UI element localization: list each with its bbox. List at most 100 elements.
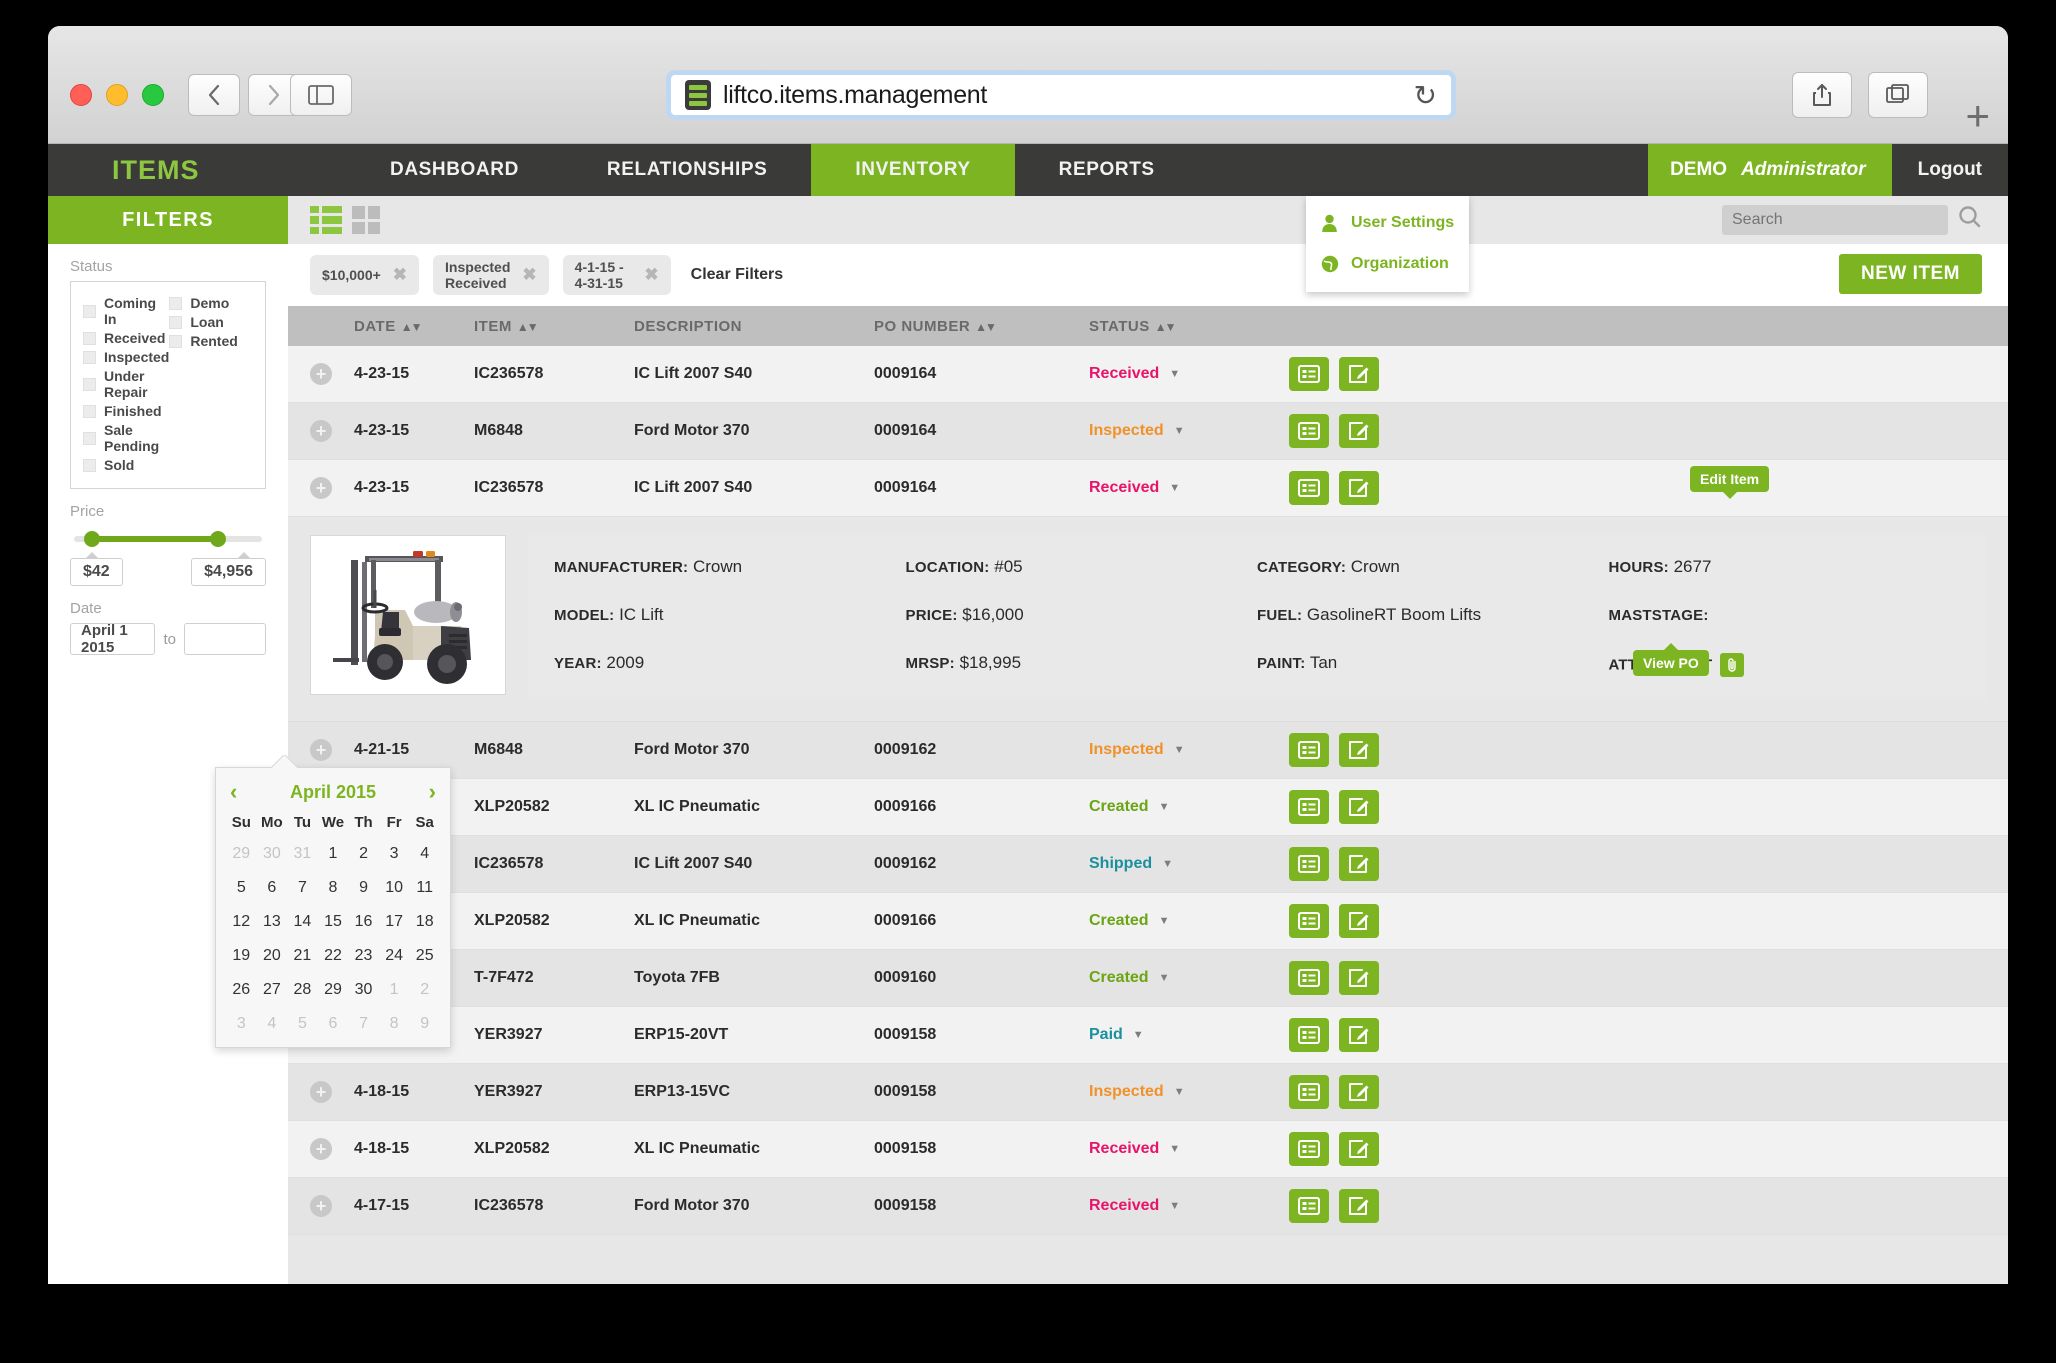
edit-item-button[interactable] (1339, 847, 1379, 881)
calendar-day[interactable]: 1 (318, 837, 349, 871)
nav-item-relationships[interactable]: RELATIONSHIPS (563, 144, 812, 196)
expand-row-icon[interactable]: + (310, 1081, 332, 1103)
edit-item-button[interactable] (1339, 414, 1379, 448)
checkbox-icon[interactable] (169, 315, 183, 329)
table-row[interactable]: +4-17-15 IC236578 Ford Motor 370 0009158 Rec… (288, 1178, 2008, 1235)
table-row[interactable]: +4-21-15XLP20582XL IC Pneumatic0009166Cr… (288, 779, 2008, 836)
search-input[interactable] (1722, 205, 1948, 235)
calendar-day[interactable]: 6 (318, 1007, 349, 1041)
minimize-window-button[interactable] (106, 84, 128, 106)
edit-item-button[interactable] (1339, 1075, 1379, 1109)
chevron-down-icon[interactable]: ▼ (1133, 1029, 1144, 1041)
calendar-day[interactable]: 8 (318, 871, 349, 905)
status-checkbox-under-repair[interactable]: Under Repair (83, 368, 169, 400)
remove-filter-icon[interactable]: ✖ (522, 265, 536, 285)
cell-status[interactable]: Received ▼ (1089, 1197, 1289, 1215)
nav-item-dashboard[interactable]: DASHBOARD (346, 144, 563, 196)
table-row[interactable]: +4-18-15 XLP20582 XL IC Pneumatic 0009158 Re… (288, 1121, 2008, 1178)
view-po-button[interactable] (1289, 1018, 1329, 1052)
search-icon[interactable] (1958, 205, 1982, 236)
calendar-day[interactable]: 2 (348, 837, 379, 871)
cell-status[interactable]: Inspected ▼ (1089, 422, 1289, 440)
table-row[interactable]: +4-19-15T-7F472Toyota 7FB0009160Created▼ (288, 950, 2008, 1007)
chevron-down-icon[interactable]: ▼ (1159, 915, 1170, 927)
calendar-day[interactable]: 13 (257, 905, 288, 939)
calendar-day[interactable]: 10 (379, 871, 410, 905)
checkbox-icon[interactable] (169, 296, 183, 310)
calendar-day[interactable]: 22 (318, 939, 349, 973)
edit-item-button[interactable] (1339, 904, 1379, 938)
checkbox-icon[interactable] (169, 334, 183, 348)
chevron-down-icon[interactable]: ▼ (1174, 1086, 1185, 1098)
cell-status[interactable]: Created ▼ (1089, 798, 1289, 816)
chevron-down-icon[interactable]: ▼ (1162, 858, 1173, 870)
cell-status[interactable]: Received ▼ (1089, 1140, 1289, 1158)
edit-item-button[interactable] (1339, 790, 1379, 824)
calendar-day[interactable]: 29 (318, 973, 349, 1007)
table-row[interactable]: +4-23-15 M6848 Ford Motor 370 0009164 Inspec… (288, 403, 2008, 460)
chevron-down-icon[interactable]: ▼ (1169, 1143, 1180, 1155)
calendar-day[interactable]: 26 (226, 973, 257, 1007)
table-row[interactable]: +4-23-15 IC236578 IC Lift 2007 S40 0009164 R… (288, 346, 2008, 403)
show-tabs-button[interactable] (1868, 72, 1928, 118)
logout-button[interactable]: Logout (1892, 144, 2008, 196)
sort-icon[interactable]: ▲▼ (1155, 320, 1177, 334)
view-po-button[interactable] (1289, 961, 1329, 995)
calendar-day[interactable]: 7 (348, 1007, 379, 1041)
table-row[interactable]: +4-20-15XLP20582XL IC Pneumatic0009166Cr… (288, 893, 2008, 950)
filter-chip-price[interactable]: $10,000+ ✖ (310, 255, 420, 295)
view-po-button[interactable] (1289, 471, 1329, 505)
new-tab-button[interactable]: + (1965, 92, 1990, 140)
view-po-button[interactable] (1289, 790, 1329, 824)
calendar-day[interactable]: 20 (257, 939, 288, 973)
close-window-button[interactable] (70, 84, 92, 106)
remove-filter-icon[interactable]: ✖ (644, 265, 658, 285)
app-logo[interactable]: ITEMS (48, 144, 346, 196)
checkbox-icon[interactable] (83, 431, 96, 445)
address-bar[interactable]: liftco.items.management ↻ (666, 70, 1456, 120)
edit-item-button[interactable] (1339, 1132, 1379, 1166)
nav-item-inventory[interactable]: INVENTORY (811, 144, 1015, 196)
sort-icon[interactable]: ▲▼ (517, 320, 539, 334)
calendar-day[interactable]: 4 (257, 1007, 288, 1041)
calendar-day[interactable]: 4 (409, 837, 440, 871)
calendar-next-month-button[interactable]: › (429, 779, 436, 805)
date-from-input[interactable]: April 1 2015 (70, 622, 156, 656)
header-item[interactable]: ITEM ▲▼ (474, 318, 634, 335)
price-range-slider[interactable] (74, 530, 262, 547)
calendar-day[interactable]: 1 (379, 973, 410, 1007)
status-checkbox-demo[interactable]: Demo (169, 295, 253, 311)
new-item-button[interactable]: NEW ITEM (1839, 254, 1982, 294)
calendar-day[interactable]: 3 (226, 1007, 257, 1041)
maximize-window-button[interactable] (142, 84, 164, 106)
checkbox-icon[interactable] (83, 458, 96, 472)
price-max-value[interactable]: $4,956 (191, 552, 266, 586)
sort-icon[interactable]: ▲▼ (401, 320, 423, 334)
attachment-paperclip-icon[interactable] (1720, 653, 1745, 677)
list-view-icon[interactable] (310, 206, 342, 234)
checkbox-icon[interactable] (83, 404, 96, 418)
cell-status[interactable]: Shipped ▼ (1089, 855, 1289, 873)
sidebar-toggle-button[interactable] (290, 74, 352, 116)
calendar-day[interactable]: 25 (409, 939, 440, 973)
edit-item-button[interactable] (1339, 733, 1379, 767)
share-button[interactable] (1792, 72, 1852, 118)
cell-status[interactable]: Inspected ▼ (1089, 1083, 1289, 1101)
expand-row-icon[interactable]: + (310, 477, 332, 499)
calendar-day[interactable]: 12 (226, 905, 257, 939)
edit-item-button[interactable] (1339, 471, 1379, 505)
grid-view-icon[interactable] (352, 206, 380, 234)
calendar-day[interactable]: 5 (287, 1007, 318, 1041)
calendar-day[interactable]: 17 (379, 905, 410, 939)
chevron-down-icon[interactable]: ▼ (1174, 744, 1185, 756)
calendar-prev-month-button[interactable]: ‹ (230, 779, 237, 805)
expand-row-icon[interactable]: + (310, 1195, 332, 1217)
calendar-day[interactable]: 2 (409, 973, 440, 1007)
calendar-day[interactable]: 9 (409, 1007, 440, 1041)
chevron-down-icon[interactable]: ▼ (1169, 368, 1180, 380)
calendar-day[interactable]: 28 (287, 973, 318, 1007)
slider-handle-min[interactable] (84, 531, 100, 547)
cell-status[interactable]: Created ▼ (1089, 912, 1289, 930)
view-po-button[interactable] (1289, 1189, 1329, 1223)
status-checkbox-inspected[interactable]: Inspected (83, 349, 169, 365)
